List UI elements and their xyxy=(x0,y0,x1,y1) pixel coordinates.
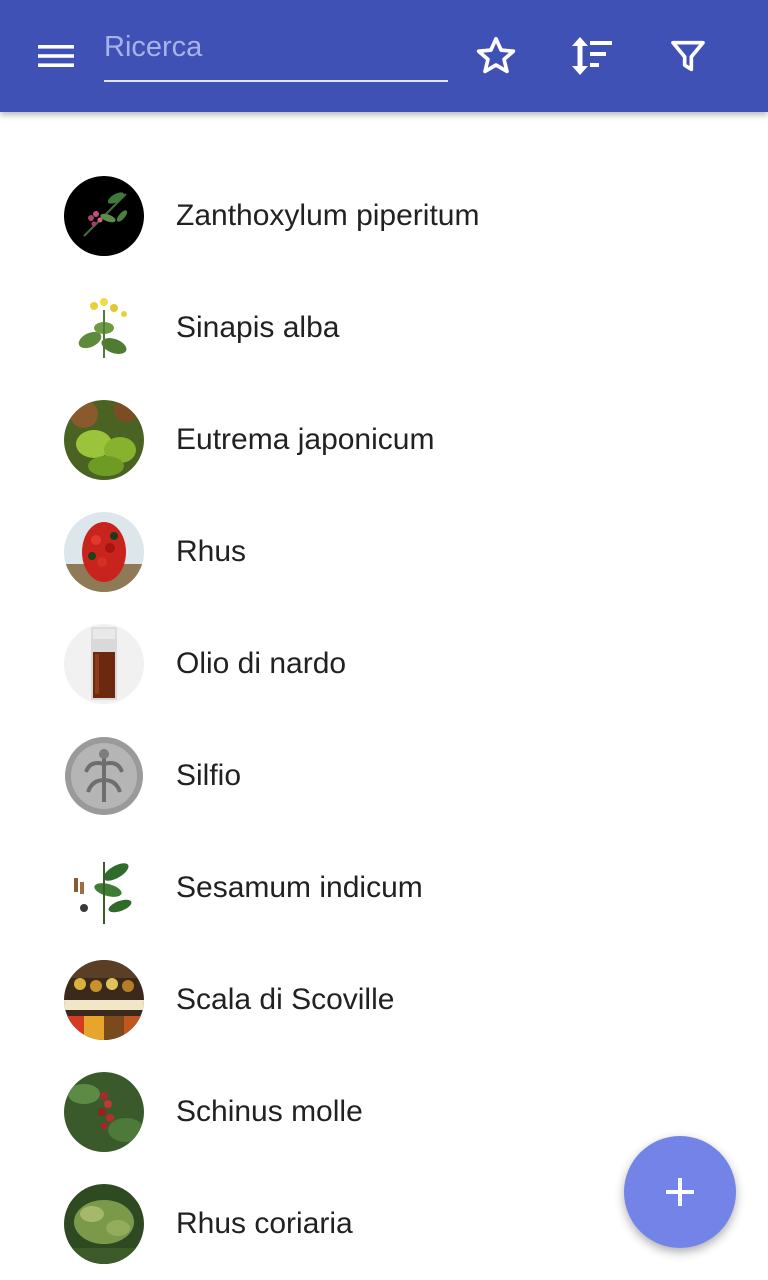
list-item[interactable]: Silfio xyxy=(0,720,768,832)
filter-button[interactable] xyxy=(656,24,720,88)
list-item[interactable]: Olio di nardo xyxy=(0,608,768,720)
wasabi-leaves-thumbnail xyxy=(64,400,144,480)
list-item[interactable]: Scala di Scoville xyxy=(0,944,768,1056)
ancient-coin-thumbnail xyxy=(64,736,144,816)
sort-button[interactable] xyxy=(559,24,623,88)
hamburger-menu-icon xyxy=(38,45,74,67)
list-item[interactable]: Zanthoxylum piperitum xyxy=(0,160,768,272)
spice-list: Zanthoxylum piperitum Sinapis alba Eutre… xyxy=(0,160,768,1280)
item-label: Sesamum indicum xyxy=(176,871,423,904)
item-label: Rhus coriaria xyxy=(176,1207,353,1240)
filter-icon xyxy=(671,40,705,72)
item-label: Rhus xyxy=(176,535,247,568)
item-label: Olio di nardo xyxy=(176,647,347,680)
list-item[interactable]: Rhus xyxy=(0,496,768,608)
item-label: Scala di Scoville xyxy=(176,983,395,1016)
top-app-bar xyxy=(0,0,768,112)
plus-icon xyxy=(666,1178,694,1206)
item-label: Eutrema japonicum xyxy=(176,423,435,456)
item-label: Silfio xyxy=(176,759,242,792)
sort-icon xyxy=(572,37,612,75)
add-button[interactable] xyxy=(624,1136,736,1248)
spice-market-thumbnail xyxy=(64,960,144,1040)
list-item[interactable]: Sinapis alba xyxy=(0,272,768,384)
search-input[interactable] xyxy=(104,22,448,72)
search-field xyxy=(104,22,448,82)
item-label: Zanthoxylum piperitum xyxy=(176,199,480,232)
favorites-button[interactable] xyxy=(464,24,528,88)
pink-peppercorn-tree-thumbnail xyxy=(64,1072,144,1152)
item-label: Sinapis alba xyxy=(176,311,340,344)
app-screen: Zanthoxylum piperitum Sinapis alba xyxy=(0,0,768,1280)
red-sumac-berries-thumbnail xyxy=(64,512,144,592)
list-item[interactable]: Eutrema japonicum xyxy=(0,384,768,496)
pepper-branch-thumbnail xyxy=(64,176,144,256)
item-label: Schinus molle xyxy=(176,1095,363,1128)
sesame-plant-thumbnail xyxy=(64,848,144,928)
sumac-shrub-thumbnail xyxy=(64,1184,144,1264)
star-outline-icon xyxy=(476,36,516,74)
mustard-plant-thumbnail xyxy=(64,288,144,368)
list-item[interactable]: Sesamum indicum xyxy=(0,832,768,944)
menu-button[interactable] xyxy=(24,24,88,88)
oil-vial-thumbnail xyxy=(64,624,144,704)
